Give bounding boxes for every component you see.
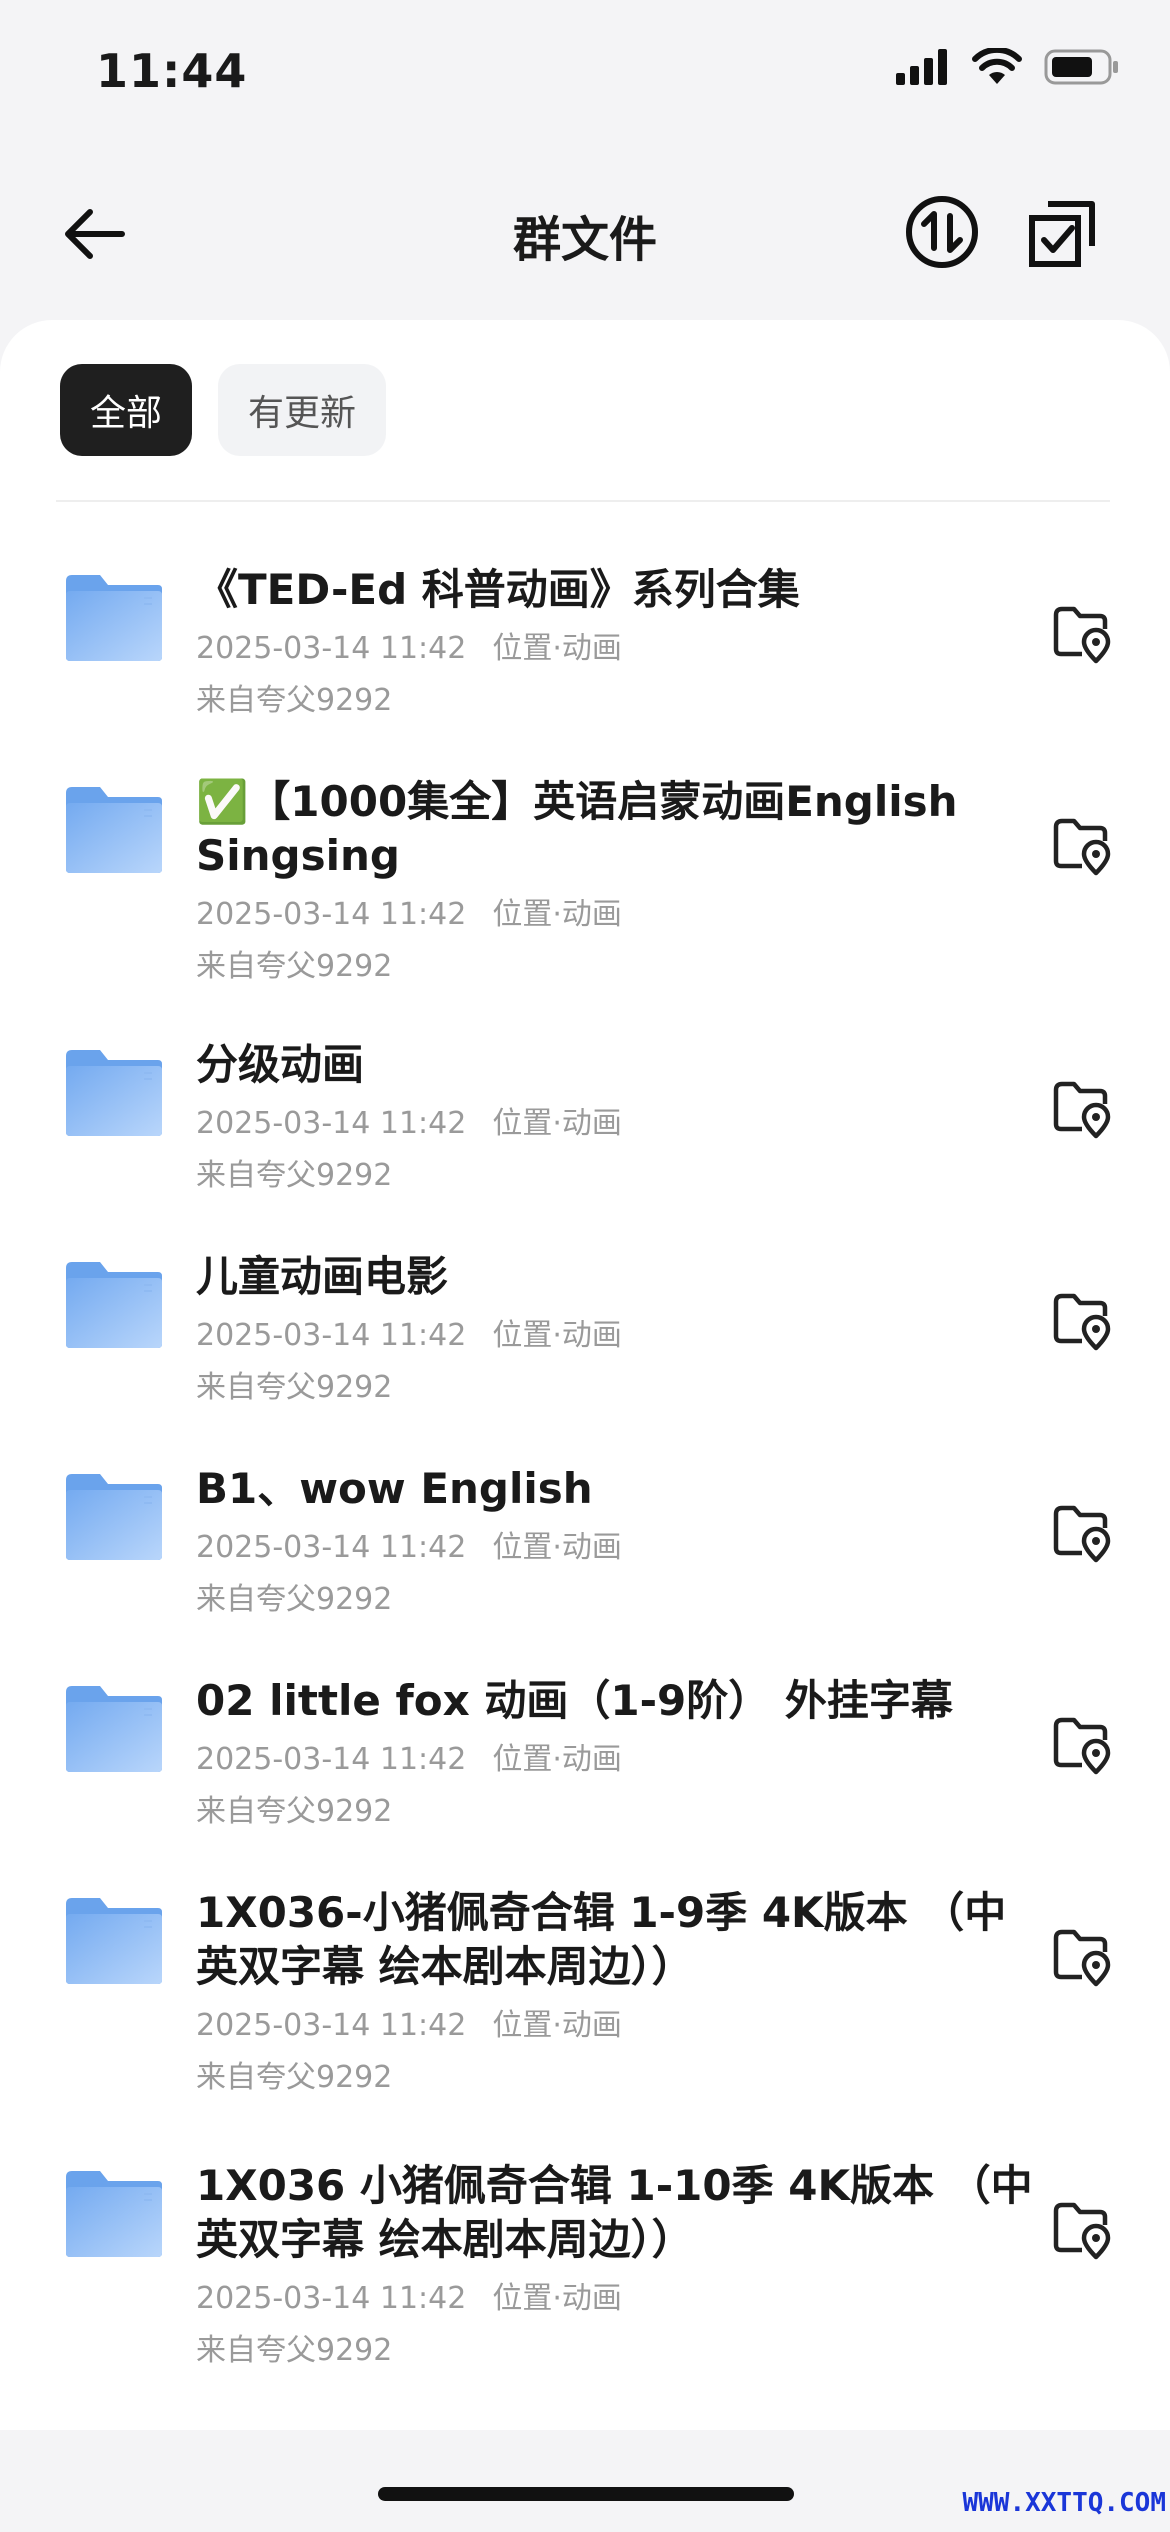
file-location: 位置·动画 bbox=[492, 631, 622, 666]
folder-location-icon bbox=[1050, 2197, 1114, 2261]
file-meta: 2025-03-14 11:42 位置·动画 bbox=[196, 629, 1036, 669]
file-meta: 2025-03-14 11:42 位置·动画 bbox=[196, 1528, 1036, 1568]
folder-icon bbox=[64, 1260, 164, 1350]
multi-select-button[interactable] bbox=[1022, 190, 1106, 274]
folder-location-icon bbox=[1050, 1288, 1114, 1352]
file-meta: 2025-03-14 11:42 位置·动画 bbox=[196, 1740, 1036, 1780]
folder-location-icon bbox=[1050, 601, 1114, 665]
file-item[interactable]: 《TED-Ed 科普动画》系列合集 2025-03-14 11:42 位置·动画 … bbox=[0, 545, 1170, 757]
file-item[interactable]: 分级动画 2025-03-14 11:42 位置·动画 来自夸父9292 bbox=[0, 1020, 1170, 1232]
folder-icon bbox=[64, 785, 164, 875]
file-date: 2025-03-14 11:42 bbox=[196, 631, 467, 666]
multi-select-icon bbox=[1029, 201, 1095, 267]
file-uploader: 来自夸父9292 bbox=[196, 2333, 393, 2368]
folder-icon bbox=[64, 1048, 164, 1138]
filter-chip-updated[interactable]: 有更新 bbox=[218, 364, 387, 456]
file-name: 分级动画 bbox=[196, 1040, 365, 1089]
transfer-icon bbox=[906, 196, 978, 268]
locate-folder-button[interactable] bbox=[1050, 1712, 1114, 1776]
filter-tabs: 全部 有更新 bbox=[60, 364, 387, 456]
cellular-signal-icon bbox=[896, 49, 947, 85]
folder-location-icon bbox=[1050, 1076, 1114, 1140]
battery-icon bbox=[1044, 49, 1118, 85]
folder-location-icon bbox=[1050, 1712, 1114, 1776]
file-location: 位置·动画 bbox=[492, 1742, 622, 1777]
folder-location-icon bbox=[1050, 1500, 1114, 1564]
file-location: 位置·动画 bbox=[492, 1318, 622, 1353]
file-item[interactable]: ✅【1000集全】英语启蒙动画English Singsing 2025-03-… bbox=[0, 757, 1170, 1020]
file-location: 位置·动画 bbox=[492, 897, 622, 932]
file-name: 1X036 小猪佩奇合辑 1-10季 4K版本 （中英双字幕 绘本剧本周边）） bbox=[196, 2161, 1033, 2264]
file-date: 2025-03-14 11:42 bbox=[196, 1742, 467, 1777]
file-date: 2025-03-14 11:42 bbox=[196, 2281, 467, 2316]
file-location: 位置·动画 bbox=[492, 2281, 622, 2316]
file-uploader: 来自夸父9292 bbox=[196, 949, 393, 984]
wifi-icon bbox=[972, 48, 1022, 84]
file-name: 1X036-小猪佩奇合辑 1-9季 4K版本 （中英双字幕 绘本剧本周边）） bbox=[196, 1888, 1007, 1991]
file-uploader: 来自夸父9292 bbox=[196, 1158, 393, 1193]
file-sheet: 全部 有更新 《TED-Ed 科普动画》系列合集 2025-03-14 11:4… bbox=[0, 320, 1170, 2430]
file-item[interactable]: B1、wow English 2025-03-14 11:42 位置·动画 来自夸… bbox=[0, 1444, 1170, 1656]
file-date: 2025-03-14 11:42 bbox=[196, 2008, 467, 2043]
file-date: 2025-03-14 11:42 bbox=[196, 1530, 467, 1565]
file-item[interactable]: 1X036-小猪佩奇合辑 1-9季 4K版本 （中英双字幕 绘本剧本周边）） 2… bbox=[0, 1868, 1170, 2141]
file-location: 位置·动画 bbox=[492, 1530, 622, 1565]
file-item[interactable]: 02 little fox 动画（1-9阶） 外挂字幕 2025-03-14 1… bbox=[0, 1656, 1170, 1868]
locate-folder-button[interactable] bbox=[1050, 1924, 1114, 1988]
locate-folder-button[interactable] bbox=[1050, 813, 1114, 877]
file-item[interactable]: 1X036 小猪佩奇合辑 1-10季 4K版本 （中英双字幕 绘本剧本周边）） … bbox=[0, 2141, 1170, 2404]
watermark: WWW.XXTTQ.COM bbox=[962, 2488, 1167, 2518]
folder-icon bbox=[64, 2169, 164, 2259]
locate-folder-button[interactable] bbox=[1050, 1076, 1114, 1140]
locate-folder-button[interactable] bbox=[1050, 601, 1114, 665]
folder-icon bbox=[64, 573, 164, 663]
file-location: 位置·动画 bbox=[492, 2008, 622, 2043]
folder-icon bbox=[64, 1472, 164, 1562]
status-icons bbox=[896, 48, 1120, 86]
page-title: 群文件 bbox=[512, 212, 657, 268]
file-list: 《TED-Ed 科普动画》系列合集 2025-03-14 11:42 位置·动画 … bbox=[0, 545, 1170, 2404]
file-meta: 2025-03-14 11:42 位置·动画 bbox=[196, 895, 1036, 935]
file-date: 2025-03-14 11:42 bbox=[196, 897, 467, 932]
file-uploader: 来自夸父9292 bbox=[196, 1582, 393, 1617]
file-date: 2025-03-14 11:42 bbox=[196, 1318, 467, 1353]
file-name: 《TED-Ed 科普动画》系列合集 bbox=[196, 565, 800, 614]
folder-icon bbox=[64, 1684, 164, 1774]
file-name: ✅【1000集全】英语启蒙动画English Singsing bbox=[196, 777, 958, 880]
file-meta: 2025-03-14 11:42 位置·动画 bbox=[196, 2279, 1036, 2319]
status-bar: 11:44 bbox=[0, 0, 1170, 140]
folder-location-icon bbox=[1050, 1924, 1114, 1988]
home-indicator bbox=[378, 2487, 794, 2501]
file-date: 2025-03-14 11:42 bbox=[196, 1106, 467, 1141]
file-meta: 2025-03-14 11:42 位置·动画 bbox=[196, 1104, 1036, 1144]
file-meta: 2025-03-14 11:42 位置·动画 bbox=[196, 1316, 1036, 1356]
locate-folder-button[interactable] bbox=[1050, 1288, 1114, 1352]
folder-icon bbox=[64, 1896, 164, 1986]
locate-folder-button[interactable] bbox=[1050, 1500, 1114, 1564]
nav-bar: 群文件 bbox=[0, 160, 1170, 300]
file-location: 位置·动画 bbox=[492, 1106, 622, 1141]
file-uploader: 来自夸父9292 bbox=[196, 683, 393, 718]
file-name: 儿童动画电影 bbox=[196, 1252, 449, 1301]
file-name: 02 little fox 动画（1-9阶） 外挂字幕 bbox=[196, 1676, 953, 1725]
file-meta: 2025-03-14 11:42 位置·动画 bbox=[196, 2006, 1036, 2046]
file-item[interactable]: 儿童动画电影 2025-03-14 11:42 位置·动画 来自夸父9292 bbox=[0, 1232, 1170, 1444]
folder-location-icon bbox=[1050, 813, 1114, 877]
transfer-button[interactable] bbox=[900, 190, 984, 274]
divider bbox=[56, 500, 1110, 502]
file-name: B1、wow English bbox=[196, 1464, 593, 1513]
file-uploader: 来自夸父9292 bbox=[196, 1794, 393, 1829]
file-uploader: 来自夸父9292 bbox=[196, 1370, 393, 1405]
filter-chip-all[interactable]: 全部 bbox=[60, 364, 193, 456]
status-time: 11:44 bbox=[96, 44, 248, 98]
locate-folder-button[interactable] bbox=[1050, 2197, 1114, 2261]
file-uploader: 来自夸父9292 bbox=[196, 2060, 393, 2095]
